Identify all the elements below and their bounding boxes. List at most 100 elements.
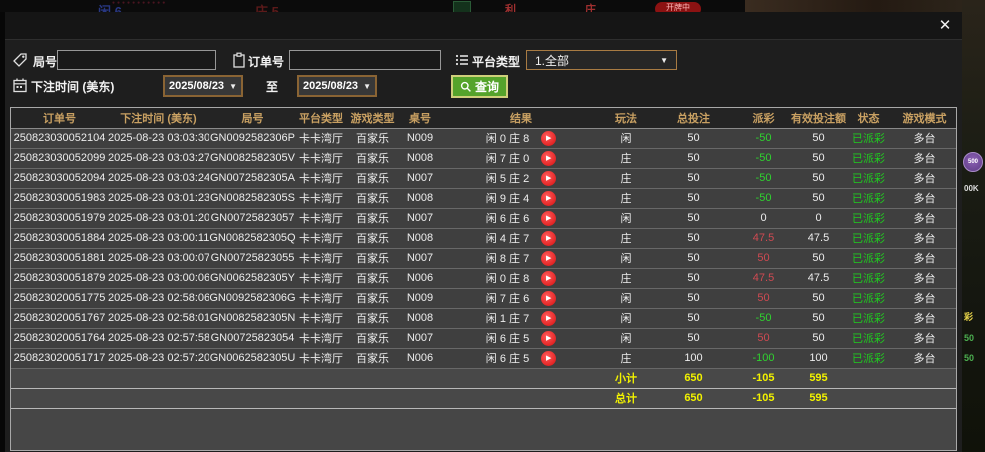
- play-icon[interactable]: ▶: [541, 330, 557, 346]
- game-mode-cell: 多台: [891, 228, 956, 249]
- valid-bet-cell: 50: [791, 188, 846, 209]
- play-icon[interactable]: ▶: [541, 150, 557, 166]
- order-number-input[interactable]: [289, 50, 441, 70]
- platform-type-label: 平台类型: [472, 55, 521, 69]
- summary-total-bet-cell: 650: [651, 387, 736, 409]
- date-to-select[interactable]: 2025/08/23 ▼: [297, 75, 377, 97]
- platform-cell: 卡卡湾厅: [296, 128, 346, 149]
- total-bet-cell: 50: [651, 308, 736, 329]
- column-header: 平台类型: [296, 108, 346, 129]
- calendar-icon: [13, 78, 27, 93]
- play-icon[interactable]: ▶: [541, 250, 557, 266]
- platform-cell: 卡卡湾厅: [296, 148, 346, 169]
- column-header: 订单号: [11, 108, 108, 129]
- bg-stack-label: 00K: [964, 184, 979, 193]
- platform-list-icon: [455, 54, 468, 66]
- order-no-cell: 250823020051764: [11, 328, 108, 349]
- result-cell: 闲 6 庄 6 ▶: [441, 208, 601, 229]
- game-mode-cell: 多台: [891, 328, 956, 349]
- bg-chip-500: 500: [963, 152, 983, 172]
- valid-bet-cell: 50: [791, 308, 846, 329]
- column-header: 玩法: [601, 108, 651, 129]
- table-row: 250823030052094 2025-08-23 03:03:24 GN0072…: [11, 168, 956, 189]
- table-row: 250823020051775 2025-08-23 02:58:06 GN0092…: [11, 288, 956, 309]
- play-icon[interactable]: ▶: [541, 130, 557, 146]
- payout-cell: -50: [736, 168, 791, 189]
- total-bet-cell: 50: [651, 148, 736, 169]
- play-icon[interactable]: ▶: [541, 170, 557, 186]
- result-cell: 闲 0 庄 8 ▶: [441, 268, 601, 289]
- search-button[interactable]: 查询: [451, 75, 508, 98]
- payout-cell: 50: [736, 248, 791, 269]
- result-cell: 闲 5 庄 2 ▶: [441, 168, 601, 189]
- bet-time-cell: 2025-08-23 03:03:24: [108, 168, 209, 189]
- result-text: 闲 7 庄 0: [485, 153, 530, 165]
- round-no-cell: GN0082582305S: [209, 188, 296, 209]
- close-icon[interactable]: ✕: [935, 16, 955, 36]
- payout-cell: 0: [736, 208, 791, 229]
- table-row: 250823020051717 2025-08-23 02:57:20 GN0062…: [11, 348, 956, 369]
- total-bet-cell: 50: [651, 248, 736, 269]
- order-no-cell: 250823030051881: [11, 248, 108, 269]
- game-mode-cell: 多台: [891, 128, 956, 149]
- clipboard-icon: [233, 52, 245, 68]
- game-mode-cell: 多台: [891, 308, 956, 329]
- bet-on-cell: 庄: [601, 168, 651, 189]
- status-cell: 已派彩: [846, 128, 891, 149]
- summary-valid-bet-cell: 595: [791, 367, 846, 389]
- total-bet-cell: 50: [651, 228, 736, 249]
- platform-type-select[interactable]: 1.全部 ▼: [526, 50, 677, 70]
- date-to-value: 2025/08/23: [303, 80, 359, 92]
- table-row: 250823030051884 2025-08-23 03:00:11 GN0082…: [11, 228, 956, 249]
- game-type-cell: 百家乐: [346, 208, 399, 229]
- status-cell: 已派彩: [846, 268, 891, 289]
- valid-bet-cell: 0: [791, 208, 846, 229]
- play-icon[interactable]: ▶: [541, 350, 557, 366]
- total-bet-cell: 50: [651, 168, 736, 189]
- bet-time-label: 下注时间 (美东): [31, 80, 115, 94]
- play-icon[interactable]: ▶: [541, 270, 557, 286]
- platform-cell: 卡卡湾厅: [296, 168, 346, 189]
- history-table-container: 订单号 下注时间 (美东) 局号 平台类型 游戏类型 桌号 结果 玩法 总投注 派彩 有效投注额 状态…: [10, 107, 957, 451]
- table-row: 250823030051979 2025-08-23 03:01:20 GN0072…: [11, 208, 956, 229]
- summary-row: 小计 650 -105 595: [11, 367, 956, 389]
- bet-time-cell: 2025-08-23 03:03:30: [108, 128, 209, 149]
- platform-cell: 卡卡湾厅: [296, 288, 346, 309]
- order-no-cell: 250823030052099: [11, 148, 108, 169]
- order-no-cell: 250823030051884: [11, 228, 108, 249]
- game-mode-cell: 多台: [891, 208, 956, 229]
- result-text: 闲 6 庄 6: [485, 213, 530, 225]
- game-mode-cell: 多台: [891, 348, 956, 369]
- total-bet-cell: 50: [651, 208, 736, 229]
- game-mode-cell: 多台: [891, 248, 956, 269]
- round-no-cell: GN00725823055: [209, 248, 296, 269]
- game-type-cell: 百家乐: [346, 288, 399, 309]
- table-no-cell: N007: [399, 248, 441, 269]
- game-type-cell: 百家乐: [346, 308, 399, 329]
- order-no-cell: 250823030051879: [11, 268, 108, 289]
- game-type-cell: 百家乐: [346, 168, 399, 189]
- play-icon[interactable]: ▶: [541, 290, 557, 306]
- column-header: 派彩: [736, 108, 791, 129]
- status-cell: 已派彩: [846, 228, 891, 249]
- summary-empty-cell: [441, 387, 601, 409]
- bg-green-tile: [453, 1, 471, 12]
- play-icon[interactable]: ▶: [541, 310, 557, 326]
- table-row: 250823030052104 2025-08-23 03:03:30 GN0092…: [11, 128, 956, 149]
- round-number-input[interactable]: [57, 50, 216, 70]
- summary-valid-bet-cell: 595: [791, 387, 846, 409]
- round-number-label: 局号: [33, 55, 58, 69]
- round-no-cell: GN0082582305V: [209, 148, 296, 169]
- game-type-cell: 百家乐: [346, 128, 399, 149]
- play-icon[interactable]: ▶: [541, 190, 557, 206]
- play-icon[interactable]: ▶: [541, 210, 557, 226]
- background-top-strip: 闲 6 ●●●●●●●●●●● 庄 5 利 庄 开牌中: [0, 0, 962, 12]
- bet-on-cell: 闲: [601, 288, 651, 309]
- status-cell: 已派彩: [846, 348, 891, 369]
- result-text: 闲 0 庄 8: [485, 133, 530, 145]
- bg-amount-b: 50: [964, 353, 975, 363]
- summary-label-cell: 总计: [601, 387, 651, 409]
- date-from-select[interactable]: 2025/08/23 ▼: [163, 75, 243, 97]
- play-icon[interactable]: ▶: [541, 230, 557, 246]
- game-mode-cell: 多台: [891, 288, 956, 309]
